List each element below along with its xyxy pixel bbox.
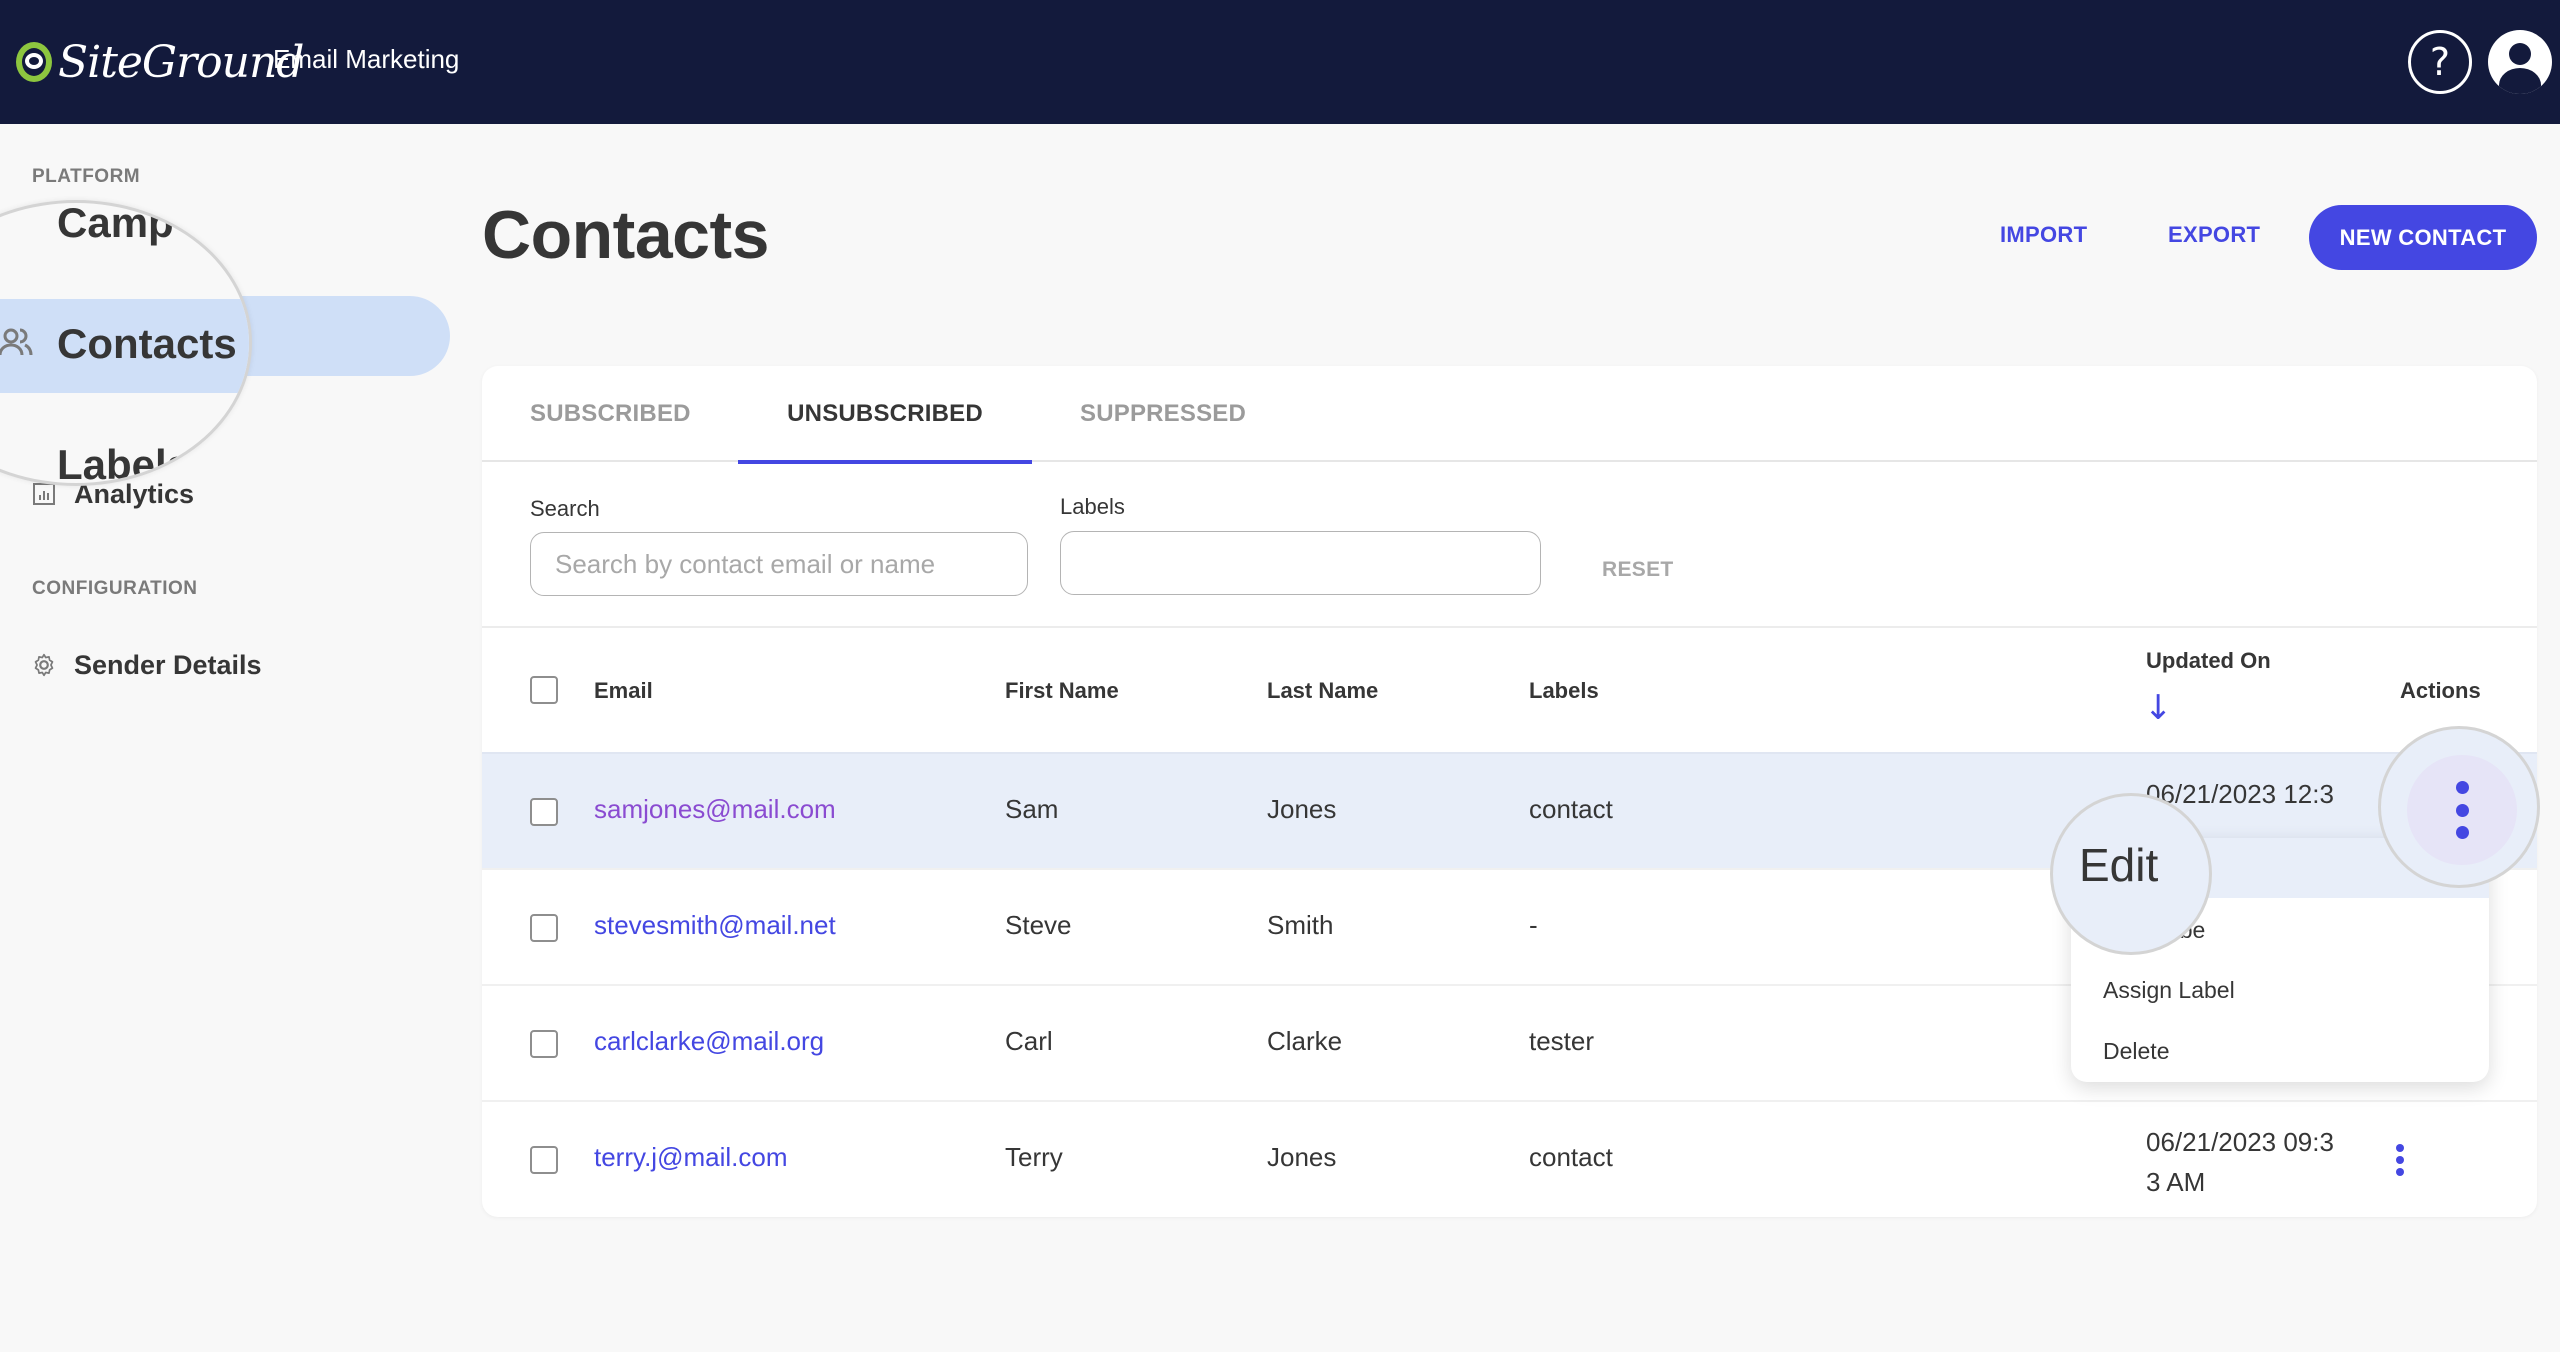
column-header-updated-on[interactable]: Updated On [2146, 648, 2271, 674]
table-header: Email First Name Last Name Labels Update… [482, 628, 2537, 752]
updated-on-time: 3 AM [2146, 1167, 2206, 1197]
new-contact-button[interactable]: NEW CONTACT [2309, 205, 2537, 270]
reset-button[interactable]: RESET [1602, 558, 1674, 582]
column-header-actions: Actions [2400, 678, 2481, 703]
siteground-logo-icon [14, 39, 54, 85]
contact-email-link[interactable]: carlclarke@mail.org [594, 1026, 824, 1057]
labels-cell: tester [1529, 1026, 1595, 1056]
sort-descending-icon[interactable]: ↓ [2144, 688, 2173, 728]
updated-on-date: 06/21/2023 09:3 [2146, 1127, 2334, 1157]
row-actions-menu-icon[interactable] [2388, 1140, 2412, 1180]
column-header-first-name[interactable]: First Name [1005, 678, 1119, 704]
magnifier-lens-sidebar: Camp Contacts Labels [0, 200, 252, 486]
menu-item-edit-magnified[interactable]: Edit [2079, 838, 2158, 892]
magnifier-lens-edit: Edit [2050, 793, 2212, 955]
brand-name: SiteGround [58, 36, 304, 88]
tab-bar: SUBSCRIBED UNSUBSCRIBED SUPPRESSED [482, 366, 2537, 464]
user-avatar-icon[interactable] [2488, 30, 2552, 94]
contact-email-link[interactable]: terry.j@mail.com [594, 1142, 787, 1173]
menu-item-assign-label[interactable]: Assign Label [2071, 960, 2489, 1020]
first-name-cell: Steve [1005, 910, 1072, 940]
tab-unsubscribed[interactable]: UNSUBSCRIBED [738, 366, 1032, 464]
labels-cell: - [1529, 910, 1538, 940]
labels-filter-input[interactable] [1060, 531, 1541, 595]
kebab-dots-icon [2452, 781, 2472, 839]
tab-suppressed[interactable]: SUPPRESSED [1080, 366, 1246, 462]
labels-filter-label: Labels [1060, 494, 1125, 519]
row-checkbox[interactable] [530, 1030, 558, 1058]
column-header-email[interactable]: Email [594, 678, 653, 704]
export-button[interactable]: EXPORT [2168, 222, 2260, 248]
row-actions-menu-icon[interactable] [2378, 726, 2540, 888]
row-checkbox[interactable] [530, 798, 558, 826]
page-title: Contacts [482, 197, 769, 273]
sidebar-item-labels[interactable]: Labels [57, 441, 190, 483]
column-header-labels[interactable]: Labels [1529, 678, 1599, 704]
help-icon[interactable]: ? [2408, 30, 2472, 94]
last-name-cell: Smith [1267, 910, 1334, 940]
last-name-cell: Jones [1267, 794, 1337, 824]
sidebar-item-campaigns[interactable]: Camp [57, 203, 174, 247]
sidebar-item-label: Sender Details [74, 649, 262, 680]
sidebar-item-contacts-label[interactable]: Contacts [57, 320, 237, 368]
updated-on-cell: 06/21/2023 09:3 3 AM [2146, 1122, 2366, 1202]
siteground-logo[interactable]: SiteGround [14, 30, 304, 94]
contacts-icon [0, 327, 33, 357]
top-header: SiteGround Email Marketing ? [0, 0, 2560, 124]
first-name-cell: Carl [1005, 1026, 1053, 1056]
sidebar-section-platform: PLATFORM [32, 166, 141, 187]
contacts-card: SUBSCRIBED UNSUBSCRIBED SUPPRESSED Searc… [482, 366, 2537, 1217]
menu-item-delete[interactable]: Delete [2071, 1021, 2489, 1081]
search-label: Search [530, 496, 600, 521]
table-row[interactable]: terry.j@mail.com Terry Jones contact 06/… [482, 1100, 2537, 1216]
contact-email-link[interactable]: stevesmith@mail.net [594, 910, 836, 941]
sidebar-section-configuration: CONFIGURATION [32, 578, 198, 599]
gear-icon [30, 651, 58, 679]
labels-cell: contact [1529, 794, 1613, 824]
labels-cell: contact [1529, 1142, 1613, 1172]
first-name-cell: Sam [1005, 794, 1059, 824]
search-input[interactable] [530, 532, 1028, 596]
last-name-cell: Clarke [1267, 1026, 1343, 1056]
last-name-cell: Jones [1267, 1142, 1337, 1172]
tab-subscribed[interactable]: SUBSCRIBED [530, 366, 691, 462]
row-checkbox[interactable] [530, 1146, 558, 1174]
app-name: Email Marketing [273, 44, 460, 74]
first-name-cell: Terry [1005, 1142, 1063, 1172]
column-header-last-name[interactable]: Last Name [1267, 678, 1378, 704]
select-all-checkbox[interactable] [530, 676, 558, 704]
import-button[interactable]: IMPORT [2000, 222, 2087, 248]
contact-email-link[interactable]: samjones@mail.com [594, 794, 836, 825]
sidebar-item-sender-details[interactable]: Sender Details [0, 637, 262, 693]
row-checkbox[interactable] [530, 914, 558, 942]
